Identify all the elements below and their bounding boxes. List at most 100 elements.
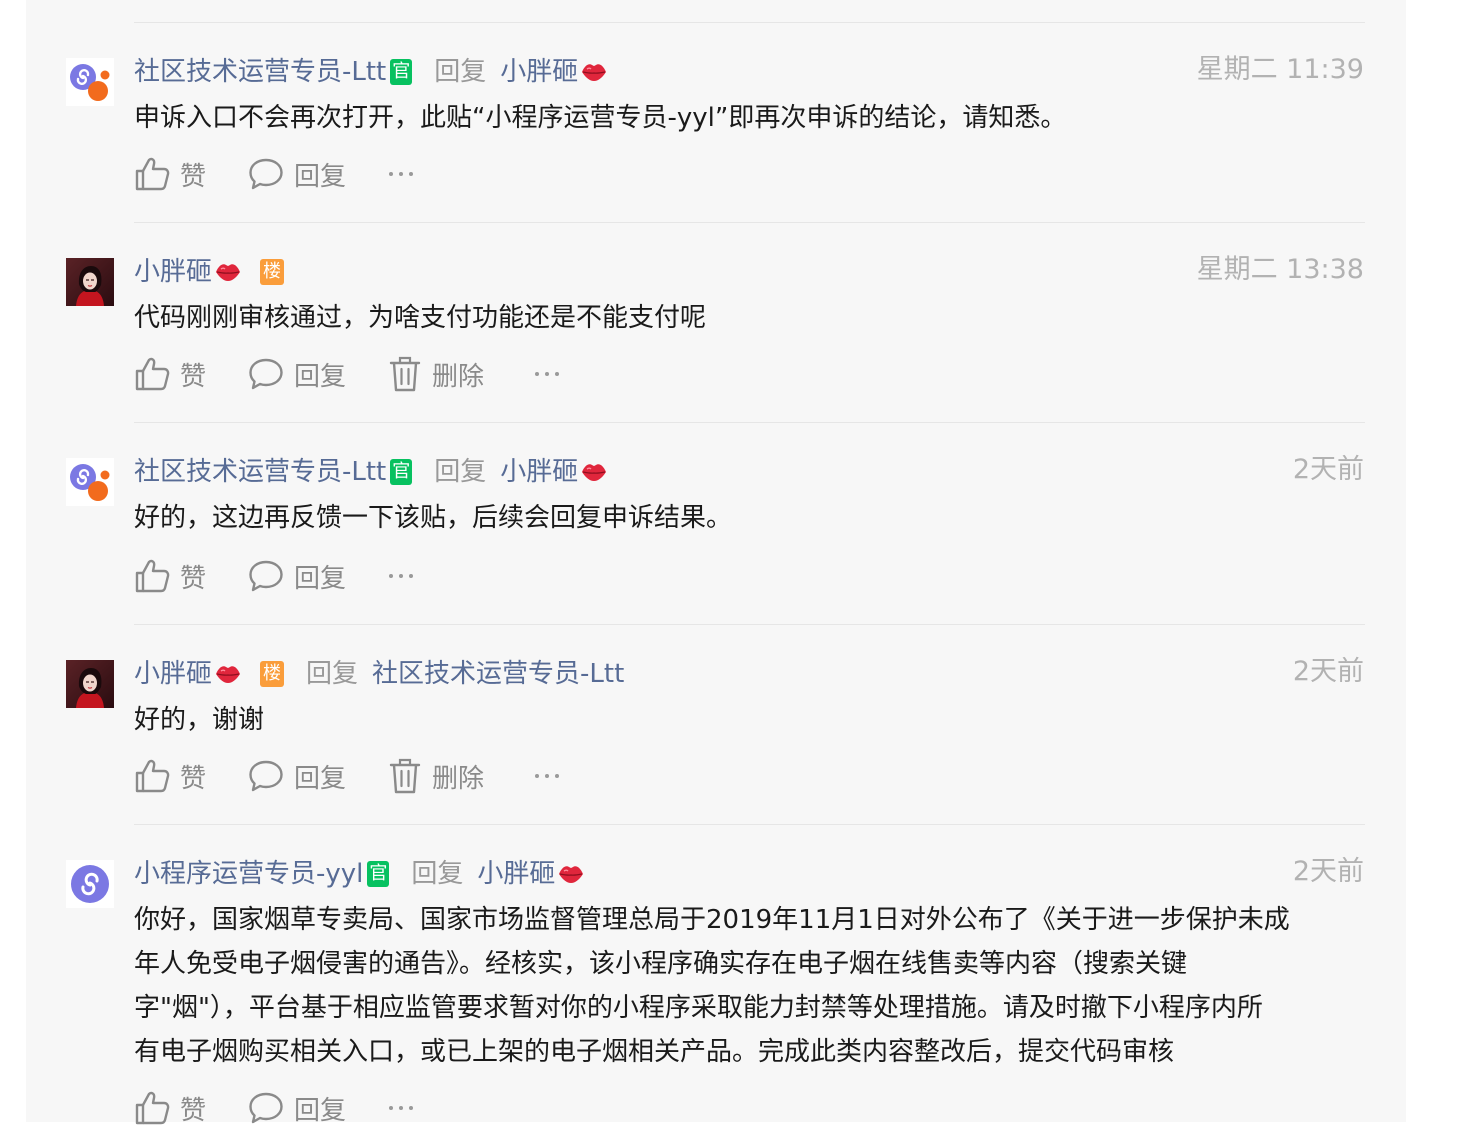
official-badge: 官 [390, 458, 413, 485]
comment-divider [134, 824, 1365, 825]
comment-text-line: 好的，谢谢 [134, 705, 265, 735]
author-name[interactable]: 社区技术运营专员-Ltt [134, 454, 386, 490]
like-button[interactable]: 赞 [134, 558, 248, 595]
comment-actions: 赞 回复 [134, 556, 428, 596]
author-name[interactable]: 社区技术运营专员-Ltt [134, 54, 386, 90]
comment-text: 代码刚刚审核通过，为啥支付功能还是不能支付呢 [134, 296, 1369, 340]
author-name[interactable]: 小胖砸 [134, 254, 212, 290]
reply-to-word: 回复 [434, 456, 487, 487]
reply-target-name[interactable]: 小胖砸 [477, 856, 555, 892]
like-label: 赞 [180, 161, 207, 192]
reply-target-name[interactable]: 小胖砸 [500, 454, 578, 490]
floor-owner-badge: 楼 [260, 660, 285, 687]
comment-text-line: 年人免受电子烟侵害的通告》。经核实，该小程序确实存在电子烟在线售卖等内容（搜索关… [134, 949, 1188, 979]
like-label: 赞 [180, 763, 207, 794]
lips-emoji-icon [578, 454, 608, 490]
comment-header: 小胖砸 楼 [134, 253, 285, 290]
comment-divider [134, 624, 1365, 625]
more-dots-icon[interactable] [534, 370, 574, 378]
official-badge: 官 [367, 860, 390, 887]
comment-bubble-icon [248, 357, 284, 391]
delete-button[interactable]: 删除 [388, 355, 534, 393]
like-label: 赞 [180, 361, 207, 392]
comment-text-line: 有电子烟购买相关入口，或已上架的电子烟相关产品。完成此类内容整改后，提交代码审核 [134, 1037, 1175, 1067]
avatar[interactable] [66, 458, 114, 506]
reply-button[interactable]: 回复 [248, 758, 388, 795]
like-label: 赞 [180, 1095, 207, 1126]
comment-text-line: 申诉入口不会再次打开，此贴“小程序运营专员-yyl”即再次申诉的结论，请知悉。 [134, 103, 1067, 133]
lips-emoji-icon [555, 856, 585, 892]
comment-text-line: 代码刚刚审核通过，为啥支付功能还是不能支付呢 [134, 303, 707, 333]
more-dots-icon[interactable] [534, 772, 574, 780]
thumbs-up-icon [134, 1091, 170, 1125]
comment-header: 社区技术运营专员-Ltt 官回复 小胖砸 [134, 453, 608, 490]
comment-actions: 赞 回复 删除 [134, 756, 574, 796]
comment-text-line: 字"烟"），平台基于相应监管要求暂对你的小程序采取能力封禁等处理措施。请及时撤下… [134, 993, 1263, 1023]
like-button[interactable]: 赞 [134, 356, 248, 393]
reply-label: 回复 [294, 563, 347, 594]
floor-owner-badge: 楼 [260, 258, 285, 285]
avatar[interactable] [66, 258, 114, 306]
reply-to-word: 回复 [434, 56, 487, 87]
like-button[interactable]: 赞 [134, 758, 248, 795]
comment-text-line: 好的，这边再反馈一下该贴，后续会回复申诉结果。 [134, 503, 733, 533]
reply-button[interactable]: 回复 [248, 356, 388, 393]
comment-text-line: 你好，国家烟草专卖局、国家市场监督管理总局于2019年11月1日对外公布了《关于… [134, 905, 1290, 935]
comment-divider [134, 222, 1365, 223]
official-badge: 官 [390, 58, 413, 85]
comment-bubble-icon [248, 1091, 284, 1125]
comment-text: 好的，这边再反馈一下该贴，后续会回复申诉结果。 [134, 496, 1369, 540]
reply-button[interactable]: 回复 [248, 1090, 388, 1127]
comment-divider [134, 22, 1365, 23]
more-dots-icon[interactable] [388, 170, 428, 178]
more-dots-icon[interactable] [388, 1104, 428, 1112]
delete-button[interactable]: 删除 [388, 757, 534, 795]
avatar[interactable] [66, 58, 114, 106]
reply-to-word: 回复 [411, 858, 464, 889]
reply-button[interactable]: 回复 [248, 558, 388, 595]
comment-bubble-icon [248, 559, 284, 593]
reply-to-word: 回复 [306, 658, 359, 689]
reply-label: 回复 [294, 1095, 347, 1126]
avatar[interactable] [66, 660, 114, 708]
comment-actions: 赞 回复 [134, 1088, 428, 1128]
author-name[interactable]: 小胖砸 [134, 656, 212, 692]
comment-text: 你好，国家烟草专卖局、国家市场监督管理总局于2019年11月1日对外公布了《关于… [134, 898, 1369, 1074]
comment-header: 社区技术运营专员-Ltt 官回复 小胖砸 [134, 53, 608, 90]
comment-bubble-icon [248, 157, 284, 191]
trash-icon [388, 757, 422, 795]
like-label: 赞 [180, 563, 207, 594]
reply-label: 回复 [294, 161, 347, 192]
thumbs-up-icon [134, 357, 170, 391]
avatar[interactable] [66, 860, 114, 908]
thumbs-up-icon [134, 759, 170, 793]
trash-icon [388, 355, 422, 393]
comment-time: 星期二 11:39 [1196, 54, 1364, 85]
comment-actions: 赞 回复 删除 [134, 354, 574, 394]
comment-header: 小胖砸 楼回复 社区技术运营专员-Ltt [134, 655, 624, 692]
lips-emoji-icon [212, 656, 242, 692]
reply-target-name[interactable]: 小胖砸 [500, 54, 578, 90]
lips-emoji-icon [578, 54, 608, 90]
reply-label: 回复 [294, 763, 347, 794]
like-button[interactable]: 赞 [134, 1090, 248, 1127]
thumbs-up-icon [134, 157, 170, 191]
thumbs-up-icon [134, 559, 170, 593]
more-dots-icon[interactable] [388, 572, 428, 580]
comment-time: 2天前 [1292, 856, 1364, 887]
comment-divider [134, 422, 1365, 423]
comment-bubble-icon [248, 759, 284, 793]
comment-time: 星期二 13:38 [1196, 254, 1364, 285]
reply-button[interactable]: 回复 [248, 156, 388, 193]
lips-emoji-icon [212, 254, 242, 290]
comment-text: 好的，谢谢 [134, 698, 1369, 742]
comment-text: 申诉入口不会再次打开，此贴“小程序运营专员-yyl”即再次申诉的结论，请知悉。 [134, 96, 1369, 140]
like-button[interactable]: 赞 [134, 156, 248, 193]
comment-header: 小程序运营专员-yyl 官回复 小胖砸 [134, 855, 585, 892]
author-name[interactable]: 小程序运营专员-yyl [134, 856, 363, 892]
comment-time: 2天前 [1292, 656, 1364, 687]
reply-target-name[interactable]: 社区技术运营专员-Ltt [372, 656, 624, 692]
reply-label: 回复 [294, 361, 347, 392]
delete-label: 删除 [432, 763, 485, 794]
delete-label: 删除 [432, 361, 485, 392]
